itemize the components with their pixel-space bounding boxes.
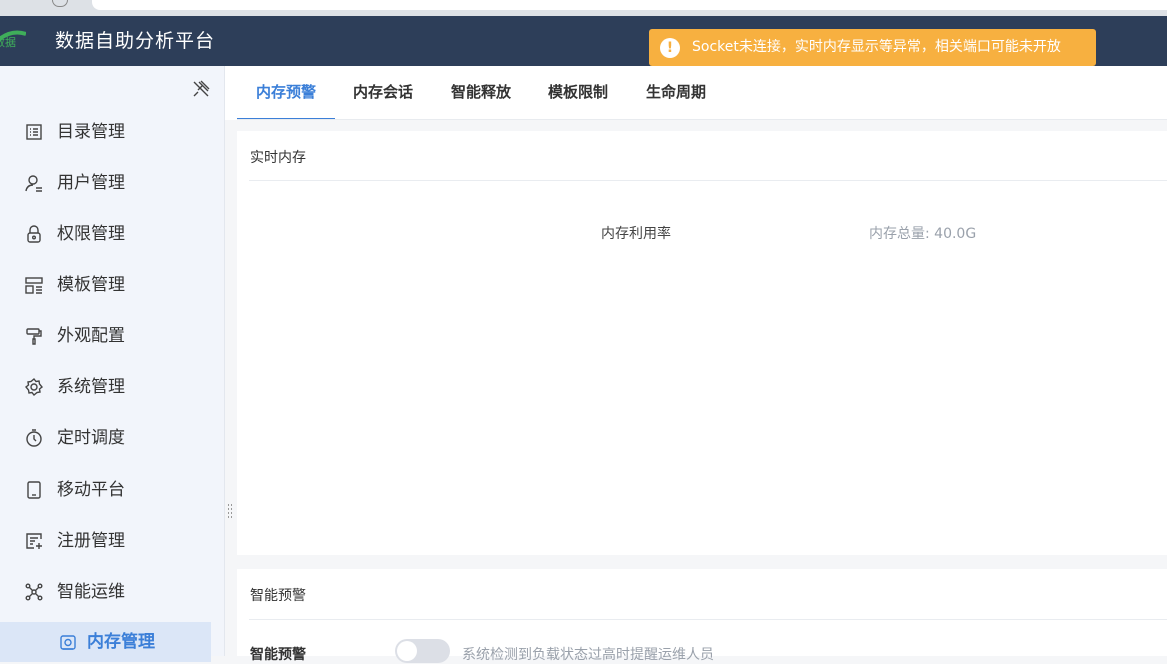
catalog-icon <box>24 122 44 142</box>
toggle-knob <box>397 641 417 661</box>
sidebar-item-label: 模板管理 <box>57 275 125 295</box>
sidebar-item-memory[interactable]: 内存管理 <box>0 622 211 662</box>
register-icon <box>24 531 44 551</box>
tab-bar: 内存预警 内存会话 智能释放 模板限制 生命周期 <box>225 66 1167 120</box>
template-icon <box>24 275 44 295</box>
tab-underline-track <box>237 119 1167 120</box>
app-title: 数据自助分析平台 <box>55 30 216 52</box>
network-icon <box>24 582 44 602</box>
sidebar-item-users[interactable]: 用户管理 <box>0 163 224 203</box>
card-title: 实时内存 <box>250 150 306 166</box>
user-icon <box>24 173 44 193</box>
smart-warning-card: 智能预警 智能预警 系统检测到负载状态过高时提醒运维人员 <box>237 569 1167 663</box>
memory-usage-label: 内存利用率 <box>601 226 671 242</box>
app-logo: 数据 <box>0 24 27 58</box>
memory-total-label: 内存总量: 40.0G <box>869 226 977 242</box>
smart-warning-description: 系统检测到负载状态过高时提醒运维人员 <box>462 647 714 663</box>
top-header: 数据 数据自助分析平台 ! Socket未连接，实时内存显示等异常，相关端口可能… <box>0 16 1167 66</box>
sidebar-item-label: 定时调度 <box>57 428 125 448</box>
tab-smart-release[interactable]: 智能释放 <box>439 66 523 118</box>
lock-icon <box>24 224 44 244</box>
smart-warning-toggle[interactable] <box>395 639 450 663</box>
warning-icon: ! <box>660 38 680 58</box>
sidebar-item-appearance[interactable]: 外观配置 <box>0 316 224 356</box>
sidebar-item-ops[interactable]: 智能运维 <box>0 572 224 612</box>
tab-template-limits[interactable]: 模板限制 <box>536 66 620 118</box>
tab-memory-sessions[interactable]: 内存会话 <box>342 66 424 118</box>
timer-icon <box>24 428 44 448</box>
sidebar-item-registration[interactable]: 注册管理 <box>0 521 224 561</box>
sidebar-item-schedule[interactable]: 定时调度 <box>0 418 224 458</box>
sidebar-item-label: 注册管理 <box>57 531 125 551</box>
sidebar-item-mobile[interactable]: 移动平台 <box>0 470 224 510</box>
tablet-icon <box>24 480 44 500</box>
card-divider <box>249 619 1167 620</box>
sidebar-item-permissions[interactable]: 权限管理 <box>0 214 224 254</box>
smart-warning-row-label: 智能预警 <box>250 647 306 663</box>
sidebar-item-label: 用户管理 <box>57 173 125 193</box>
card-divider <box>249 180 1167 181</box>
sidebar-item-label: 智能运维 <box>57 582 125 602</box>
sidebar-resize-handle[interactable] <box>228 504 232 522</box>
sidebar-item-label: 外观配置 <box>57 326 125 346</box>
sidebar-item-label: 移动平台 <box>57 480 125 500</box>
tab-lifecycle[interactable]: 生命周期 <box>634 66 718 118</box>
sidebar-item-label: 系统管理 <box>57 377 125 397</box>
sidebar: 目录管理 用户管理 权限管理 模板管理 外观配置 系统管理 定时调度 移动平台 … <box>0 66 225 662</box>
svg-text:数据: 数据 <box>0 35 16 49</box>
sidebar-item-label: 目录管理 <box>57 122 125 142</box>
browser-tab-edge <box>52 0 68 7</box>
tab-memory-warning[interactable]: 内存预警 <box>237 66 335 120</box>
browser-chrome <box>0 0 1167 16</box>
socket-warning-toast: ! Socket未连接，实时内存显示等异常，相关端口可能未开放 <box>649 29 1096 66</box>
sidebar-item-label: 权限管理 <box>57 224 125 244</box>
gear-icon <box>24 377 44 397</box>
sidebar-item-templates[interactable]: 模板管理 <box>0 265 224 305</box>
pin-icon[interactable] <box>191 79 211 99</box>
sidebar-item-catalog[interactable]: 目录管理 <box>0 112 224 152</box>
memory-icon <box>58 632 78 652</box>
address-bar[interactable] <box>92 0 1167 10</box>
sidebar-item-system[interactable]: 系统管理 <box>0 367 224 407</box>
card-title: 智能预警 <box>250 588 306 604</box>
realtime-memory-card: 实时内存 内存利用率 内存总量: 40.0G <box>237 131 1167 555</box>
sidebar-item-label: 内存管理 <box>87 632 155 652</box>
paint-roller-icon <box>24 326 44 346</box>
toast-message: Socket未连接，实时内存显示等异常，相关端口可能未开放 <box>692 39 1061 55</box>
